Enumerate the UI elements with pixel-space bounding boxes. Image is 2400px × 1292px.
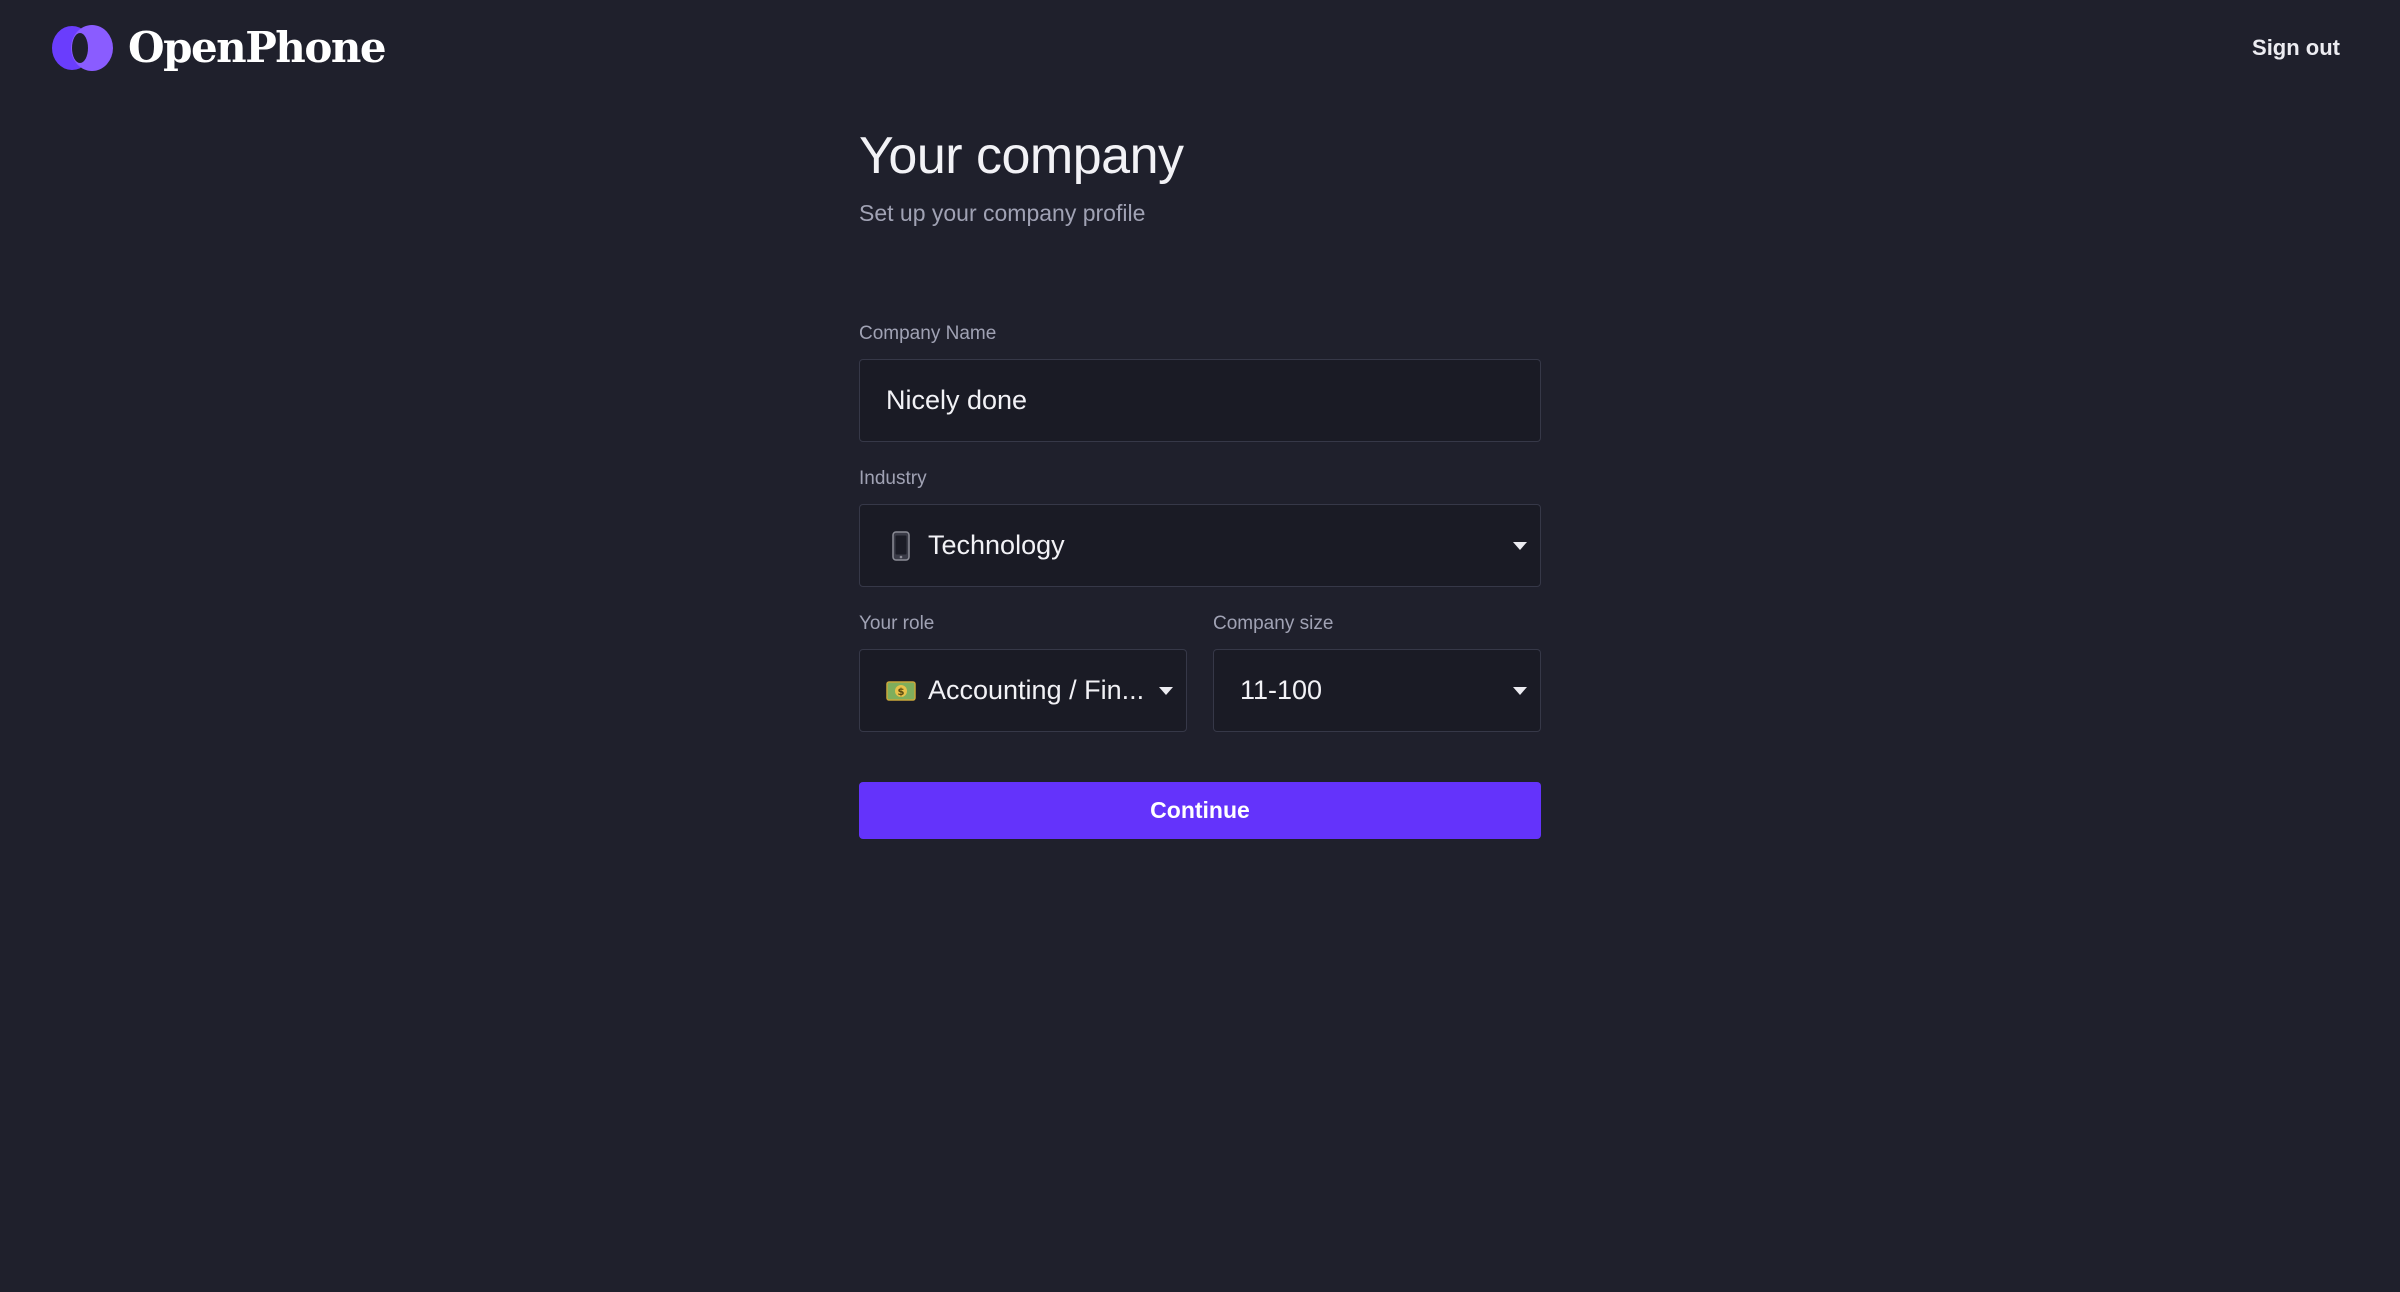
openphone-logo[interactable]: OpenPhone (50, 22, 387, 74)
openphone-logo-icon (50, 23, 116, 73)
money-icon: $ (886, 675, 916, 707)
role-select[interactable]: $ Accounting / Fin... (859, 649, 1187, 732)
chevron-down-icon (1512, 686, 1528, 696)
company-name-value: Nicely done (886, 385, 1028, 415)
sign-out-link[interactable]: Sign out (2252, 32, 2340, 64)
page-title: Your company (859, 127, 1184, 185)
mobile-phone-icon (886, 530, 916, 562)
role-group: Your role $ Accounting / Fin... (859, 611, 1187, 732)
role-label: Your role (859, 613, 935, 634)
company-profile-form: Your company Set up your company profile… (859, 124, 1541, 839)
chevron-down-icon (1512, 541, 1528, 551)
company-name-input[interactable]: Nicely done (859, 359, 1541, 442)
page-subtitle: Set up your company profile (859, 200, 1146, 226)
industry-select[interactable]: Technology (859, 504, 1541, 587)
company-size-value: 11-100 (1240, 675, 1323, 705)
company-name-group: Company Name Nicely done (859, 321, 1541, 442)
svg-text:$: $ (898, 687, 905, 698)
role-size-row: Your role $ Accounting / Fin... Company … (859, 611, 1541, 732)
role-value: Accounting / Fin... (928, 675, 1145, 705)
brand-name: OpenPhone (128, 23, 387, 72)
industry-group: Industry Technology (859, 466, 1541, 587)
company-size-select[interactable]: 11-100 (1213, 649, 1541, 732)
chevron-down-icon (1158, 686, 1174, 696)
company-size-group: Company size 11-100 (1213, 611, 1541, 732)
company-name-label: Company Name (859, 323, 997, 344)
continue-button[interactable]: Continue (859, 782, 1541, 839)
company-size-label: Company size (1213, 613, 1334, 634)
industry-value: Technology (928, 530, 1065, 560)
top-header: OpenPhone Sign out (0, 0, 2400, 96)
industry-label: Industry (859, 468, 927, 489)
